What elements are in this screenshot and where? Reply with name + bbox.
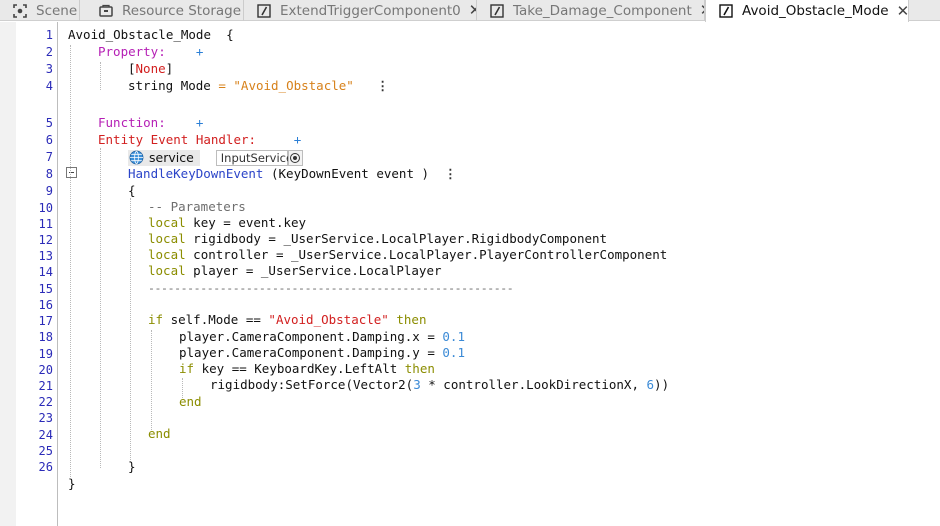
close-brace: } — [128, 459, 136, 474]
keyword: local — [148, 263, 186, 278]
code-text: key == KeyboardKey.LeftAlt — [194, 361, 405, 376]
code-text: controller = _UserService.LocalPlayer.Pl… — [185, 247, 668, 262]
component-name: Avoid_Obstacle_Mode — [68, 27, 211, 42]
keyword: local — [148, 215, 186, 230]
code-text: * controller.LookDirectionX, — [420, 377, 647, 392]
target-icon — [290, 152, 301, 163]
open-brace: { — [226, 27, 234, 42]
code-line: if key == KeyboardKey.LeftAlt then — [179, 361, 435, 377]
number-literal: 6 — [646, 377, 655, 392]
function-section: Function: + — [98, 115, 203, 131]
property-type[interactable]: string — [128, 78, 173, 93]
keyword: if — [179, 361, 195, 376]
code-line: local rigidbody = _UserService.LocalPlay… — [148, 231, 607, 247]
number-literal: 0.1 — [442, 345, 465, 360]
add-property-button[interactable]: + — [196, 44, 204, 59]
equals-sign: = — [218, 78, 226, 93]
code-text: )) — [654, 377, 670, 392]
code-text: self.Mode == — [163, 312, 269, 327]
number-literal: 0.1 — [442, 329, 465, 344]
code-line: local controller = _UserService.LocalPla… — [148, 247, 667, 263]
event-handler-section: Entity Event Handler: + — [98, 132, 301, 148]
code-line: player.CameraComponent.Damping.x = 0.1 — [179, 329, 465, 345]
property-label: Property: — [98, 44, 166, 59]
keyword: if — [148, 312, 164, 327]
component-close: } — [68, 476, 76, 492]
property-more-icon[interactable]: ⋮ — [376, 78, 389, 93]
component-declaration: Avoid_Obstacle_Mode { — [68, 27, 234, 43]
property-name[interactable]: Mode — [181, 78, 211, 93]
separator-comment: ----------------------------------------… — [148, 281, 514, 295]
code-line: player.CameraComponent.Damping.y = 0.1 — [179, 345, 465, 361]
sync-attribute[interactable]: None — [136, 61, 166, 76]
code-editor[interactable]: Avoid_Obstacle_Mode { Property: + [None]… — [0, 0, 940, 526]
code-line: if self.Mode == "Avoid_Obstacle" then — [148, 312, 426, 328]
code-text: player.CameraComponent.Damping.x = — [179, 329, 443, 344]
string-literal: "Avoid_Obstacle" — [268, 312, 389, 327]
add-function-button[interactable]: + — [196, 115, 204, 130]
code-text: rigidbody = _UserService.LocalPlayer.Rig… — [185, 231, 608, 246]
code-line: rigidbody:SetForce(Vector2(3 * controlle… — [210, 377, 669, 393]
bracket: [ — [128, 61, 136, 76]
code-line: local player = _UserService.LocalPlayer — [148, 263, 442, 279]
close-brace: } — [68, 476, 76, 491]
code-line: end — [148, 426, 171, 442]
code-text: rigidbody:SetForce(Vector2( — [210, 377, 414, 392]
code-line: } — [128, 459, 136, 475]
property-value[interactable]: "Avoid_Obstacle" — [233, 78, 353, 93]
code-text: key = event.key — [185, 215, 307, 230]
property-row: string Mode = "Avoid_Obstacle" ⋮ — [128, 78, 389, 94]
code-line: local key = event.key — [148, 215, 306, 231]
handler-signature: HandleKeyDownEvent (KeyDownEvent event )… — [128, 166, 457, 182]
handler-name[interactable]: HandleKeyDownEvent — [128, 166, 263, 181]
service-chip[interactable]: service — [128, 149, 200, 166]
handler-params[interactable]: (KeyDownEvent event ) — [271, 166, 429, 181]
function-label: Function: — [98, 115, 166, 130]
add-event-handler-button[interactable]: + — [294, 132, 302, 147]
event-handler-label: Entity Event Handler: — [98, 132, 257, 147]
service-label: service — [149, 150, 194, 165]
keyword: local — [148, 231, 186, 246]
comment-line: -- Parameters — [148, 199, 246, 214]
code-line: end — [179, 394, 202, 410]
property-section: Property: + — [98, 44, 203, 60]
service-picker-button[interactable] — [287, 149, 303, 166]
keyword: then — [396, 312, 427, 327]
keyword: then — [404, 361, 435, 376]
bracket: ] — [165, 61, 174, 76]
globe-icon — [129, 150, 144, 165]
code-text: player = _UserService.LocalPlayer — [185, 263, 442, 278]
code-text: player.CameraComponent.Damping.y = — [179, 345, 443, 360]
number-literal: 3 — [413, 377, 421, 392]
service-input[interactable]: InputService — [215, 149, 293, 166]
property-attribute: [None] — [128, 61, 173, 77]
service-selector-row: service InputService — [128, 149, 303, 166]
keyword: local — [148, 247, 186, 262]
handler-more-icon[interactable]: ⋮ — [444, 166, 457, 181]
open-brace: { — [128, 183, 136, 198]
code-line: { — [128, 183, 136, 199]
keyword: end — [179, 394, 202, 409]
keyword: end — [148, 426, 171, 441]
